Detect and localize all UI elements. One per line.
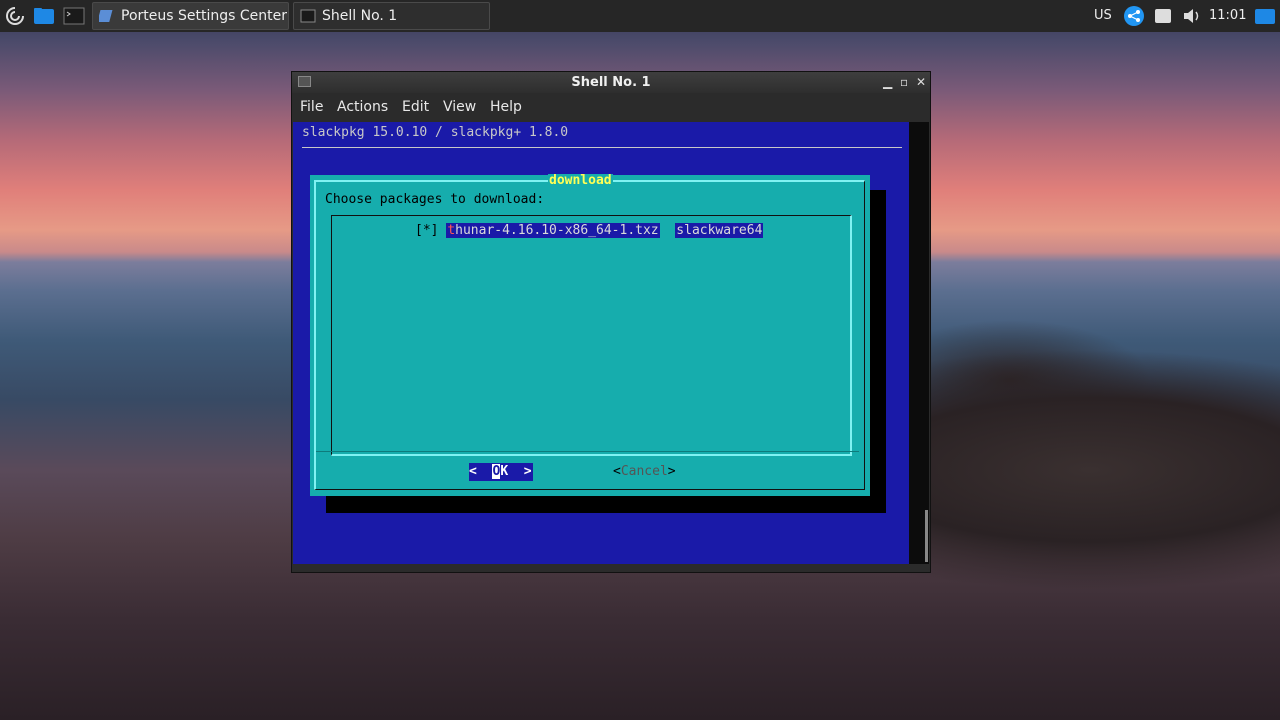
download-dialog: download Choose packages to download: [*… xyxy=(310,173,870,496)
show-desktop-icon[interactable] xyxy=(1254,5,1276,27)
terminal-launcher-icon[interactable] xyxy=(63,5,85,27)
maximize-icon[interactable]: ▫ xyxy=(900,72,908,93)
volume-icon[interactable] xyxy=(1181,5,1203,27)
menubar: File Actions Edit View Help xyxy=(292,93,930,121)
dialog-prompt: Choose packages to download: xyxy=(325,192,545,207)
scrollbar-thumb[interactable] xyxy=(925,510,928,562)
menu-view[interactable]: View xyxy=(443,99,476,115)
terminal-window: Shell No. 1 ▁ ▫ ✕ File Actions Edit View… xyxy=(291,71,931,573)
porteus-menu-icon[interactable] xyxy=(4,5,26,27)
keyboard-layout-indicator[interactable]: US xyxy=(1094,8,1112,23)
terminal-area[interactable]: slackpkg 15.0.10 / slackpkg+ 1.8.0 downl… xyxy=(293,122,909,564)
cancel-button[interactable]: <Cancel> xyxy=(613,463,676,481)
package-list: [*] thunar-4.16.10-x86_64-1.txz slackwar… xyxy=(331,215,852,456)
header-rule xyxy=(302,147,902,148)
task-label: Shell No. 1 xyxy=(322,8,398,24)
task-label: Porteus Settings Center xyxy=(121,8,287,24)
menu-file[interactable]: File xyxy=(300,99,323,115)
task-porteus-settings-center[interactable]: Porteus Settings Center xyxy=(92,2,289,30)
close-icon[interactable]: ✕ xyxy=(916,72,926,93)
menu-actions[interactable]: Actions xyxy=(337,99,388,115)
terminal-icon xyxy=(300,9,316,23)
window-titlebar[interactable]: Shell No. 1 ▁ ▫ ✕ xyxy=(292,72,930,93)
window-icon xyxy=(298,76,311,87)
package-repository: slackware64 xyxy=(675,223,764,238)
settings-center-icon xyxy=(99,10,113,22)
ok-label-rest: K xyxy=(500,464,509,479)
package-name-first-char: t xyxy=(447,223,456,238)
terminal-scrollbar[interactable] xyxy=(909,122,929,564)
package-name[interactable]: thunar-4.16.10-x86_64-1.txz xyxy=(446,223,660,238)
menu-help[interactable]: Help xyxy=(490,99,522,115)
package-checkbox[interactable]: [*] xyxy=(415,223,438,238)
cancel-label: Cancel xyxy=(620,464,668,479)
button-separator xyxy=(316,451,859,452)
file-manager-icon[interactable] xyxy=(33,5,55,27)
clipboard-icon[interactable] xyxy=(1152,5,1174,27)
taskbar: Porteus Settings Center Shell No. 1 US 1… xyxy=(0,0,1280,32)
network-share-icon[interactable] xyxy=(1123,5,1145,27)
task-shell-no-1[interactable]: Shell No. 1 xyxy=(293,2,490,30)
package-name-rest: hunar-4.16.10-x86_64-1.txz xyxy=(455,223,659,238)
menu-edit[interactable]: Edit xyxy=(402,99,429,115)
dialog-title: download xyxy=(548,173,613,188)
minimize-icon[interactable]: ▁ xyxy=(883,72,892,93)
slackpkg-header: slackpkg 15.0.10 / slackpkg+ 1.8.0 xyxy=(302,125,569,140)
window-title: Shell No. 1 xyxy=(571,75,651,90)
list-item[interactable]: [*] thunar-4.16.10-x86_64-1.txz slackwar… xyxy=(415,223,764,238)
clock[interactable]: 11:01 xyxy=(1209,8,1246,23)
ok-button[interactable]: < OK > xyxy=(469,463,533,481)
